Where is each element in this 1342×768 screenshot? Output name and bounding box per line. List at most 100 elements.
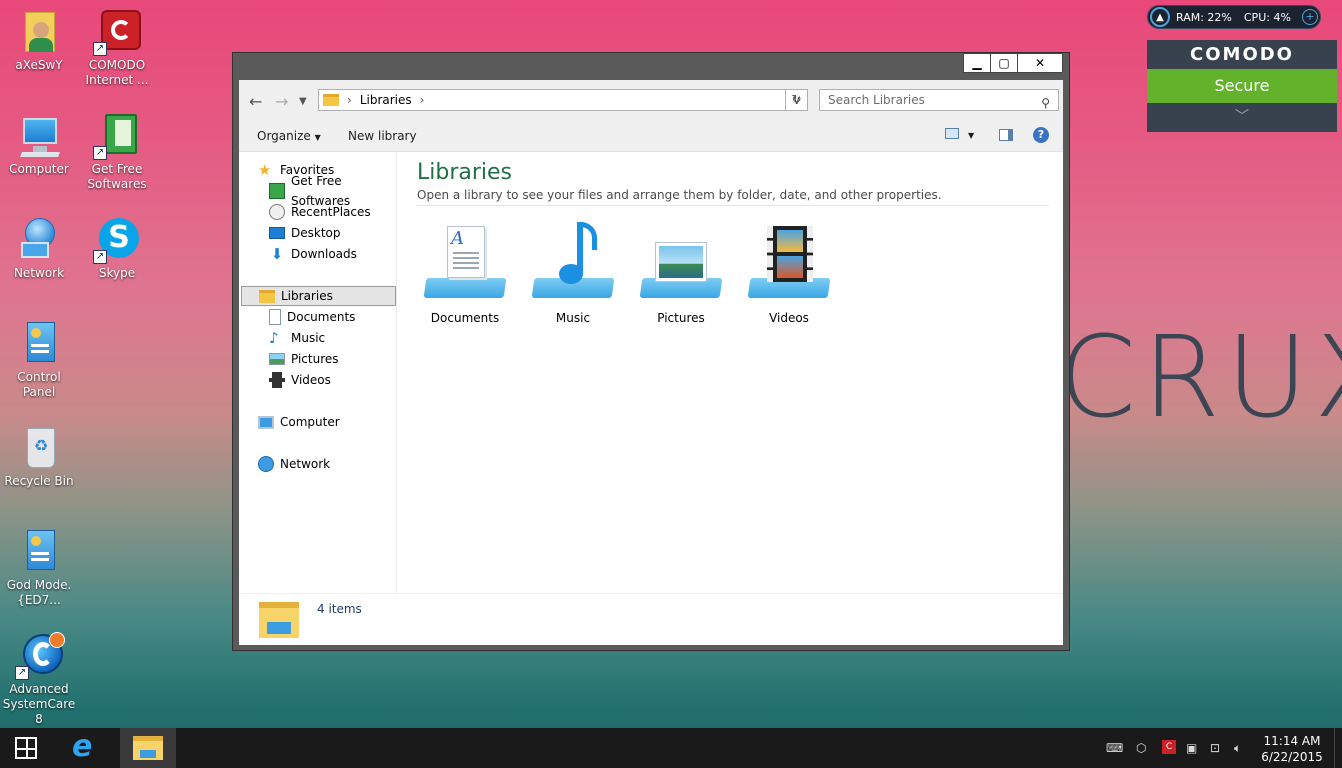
comodo-icon: ↗: [93, 8, 141, 56]
skype-icon: S ↗: [93, 216, 141, 264]
show-desktop-button[interactable]: [1334, 728, 1342, 768]
nav-label: Downloads: [291, 247, 357, 261]
computer-icon: [15, 112, 63, 160]
god-mode-icon: [15, 528, 63, 576]
nav-item-videos[interactable]: Videos: [269, 370, 331, 390]
navigation-pane: ★ Favorites Get Free Softwares RecentPla…: [239, 152, 397, 593]
desktop-icon-network[interactable]: Network: [0, 216, 78, 281]
nav-label: Music: [291, 331, 326, 345]
maximize-button[interactable]: ▢: [990, 53, 1018, 73]
wallpaper-text: CRUX: [1058, 322, 1342, 434]
start-button[interactable]: [0, 728, 54, 768]
desktop-icon-label: COMODO Internet ...: [85, 58, 149, 87]
change-view-icon[interactable]: [945, 128, 959, 139]
new-library-button[interactable]: New library: [348, 129, 417, 143]
desktop-icon-user[interactable]: aXeSwY: [0, 8, 78, 73]
internet-explorer-icon: e: [72, 729, 93, 764]
get-free-softwares-icon: [269, 183, 285, 199]
command-bar: Organize ▼ New library ▼ ?: [239, 120, 1063, 152]
volume-icon[interactable]: 🔈︎: [1234, 741, 1241, 756]
shortcut-arrow-icon: ↗: [93, 42, 107, 56]
rocket-icon: ▲: [1150, 7, 1170, 27]
nav-item-music[interactable]: ♪ Music: [269, 328, 325, 348]
library-item-documents[interactable]: A Documents: [417, 218, 513, 325]
clipboard-icon[interactable]: ▣: [1186, 741, 1197, 755]
library-item-pictures[interactable]: Pictures: [633, 218, 729, 325]
desktop-icon-get-free-softwares[interactable]: ↗ Get Free Softwares: [78, 112, 156, 192]
comodo-widget: COMODO Secure ﹀: [1147, 40, 1337, 132]
clock-date: 6/22/2015: [1261, 750, 1323, 764]
desktop-icon-recycle-bin[interactable]: ♻ Recycle Bin: [0, 424, 78, 489]
breadcrumb-chevron-icon[interactable]: ›: [420, 93, 425, 107]
search-placeholder: Search Libraries: [828, 93, 925, 107]
chevron-down-icon[interactable]: ﹀: [1147, 103, 1337, 132]
clock-time: 11:14 AM: [1263, 734, 1321, 748]
search-icon[interactable]: ⚲: [1041, 93, 1050, 113]
internet-explorer-button[interactable]: e: [58, 728, 116, 768]
libraries-folder-icon: [323, 94, 339, 106]
search-input[interactable]: Search Libraries ⚲: [819, 89, 1059, 111]
nav-item-get-free-softwares[interactable]: Get Free Softwares: [269, 174, 396, 208]
ram-usage: RAM: 22%: [1176, 10, 1232, 24]
nav-item-documents[interactable]: Documents: [269, 307, 355, 327]
shortcut-arrow-icon: ↗: [93, 250, 107, 264]
window-body: ← → ▼ › Libraries › ∨ ↻ Search Libraries…: [239, 80, 1063, 645]
performance-bar[interactable]: ▲ RAM: 22% CPU: 4% +: [1147, 5, 1321, 29]
network-icon: [258, 456, 274, 472]
security-status[interactable]: Secure: [1147, 69, 1337, 103]
nav-label: Computer: [280, 415, 340, 429]
desktop-icon-control-panel[interactable]: Control Panel: [0, 320, 78, 400]
desktop-icon-comodo[interactable]: ↗ COMODO Internet ...: [78, 8, 156, 88]
desktop-icon-god-mode[interactable]: God Mode.{ED7...: [0, 528, 78, 608]
organize-button[interactable]: Organize ▼: [257, 129, 321, 143]
documents-icon: [269, 309, 281, 325]
desktop-icon-label: Get Free Softwares: [87, 162, 147, 191]
desktop-icon-skype[interactable]: S ↗ Skype: [78, 216, 156, 281]
back-arrow-icon[interactable]: ←: [249, 92, 262, 111]
refresh-icon[interactable]: ↻: [785, 89, 807, 111]
breadcrumb-chevron-icon[interactable]: ›: [347, 93, 352, 107]
taskbar: e ⌨ ⬡ C ▣ ⊡ 🔈︎ 11:14 AM 6/22/2015: [0, 728, 1342, 768]
shortcut-arrow-icon: ↗: [15, 666, 29, 680]
nav-item-recentplaces[interactable]: RecentPlaces: [269, 202, 371, 222]
desktop-icon-advanced-systemcare[interactable]: ↗ Advanced SystemCare 8: [0, 632, 78, 727]
expand-plus-icon[interactable]: +: [1302, 9, 1318, 25]
title-bar[interactable]: ▁ ▢ ✕: [233, 53, 1069, 80]
network-status-icon[interactable]: ⊡: [1210, 741, 1220, 755]
preview-pane-icon[interactable]: [999, 129, 1013, 141]
breadcrumb-libraries[interactable]: Libraries: [360, 93, 412, 107]
help-icon[interactable]: ?: [1033, 127, 1049, 143]
nav-item-desktop[interactable]: Desktop: [269, 223, 341, 243]
address-bar[interactable]: › Libraries › ∨: [318, 89, 808, 111]
desktop-icon-label: Advanced SystemCare 8: [2, 682, 76, 726]
pictures-library-icon: [637, 218, 725, 300]
desktop-icon: [269, 227, 285, 239]
close-button[interactable]: ✕: [1017, 53, 1063, 73]
desktop-icon-label: Network: [13, 266, 65, 280]
library-item-videos[interactable]: Videos: [741, 218, 837, 325]
nav-item-downloads[interactable]: ⬇ Downloads: [269, 244, 357, 264]
nav-network[interactable]: Network: [258, 454, 330, 474]
nav-item-pictures[interactable]: Pictures: [269, 349, 339, 369]
desktop-icon-computer[interactable]: Computer: [0, 112, 78, 177]
file-explorer-button[interactable]: [120, 728, 176, 768]
comodo-tray-icon[interactable]: C: [1162, 740, 1176, 754]
update-cube-icon[interactable]: ⬡: [1136, 741, 1146, 755]
library-item-music[interactable]: Music: [525, 218, 621, 325]
chevron-down-icon: ▼: [314, 133, 321, 142]
status-bar: 4 items: [239, 593, 1063, 645]
nav-label: Videos: [291, 373, 331, 387]
page-subtitle: Open a library to see your files and arr…: [417, 188, 942, 202]
videos-icon: [269, 372, 285, 388]
nav-label: Network: [280, 457, 331, 471]
system-clock[interactable]: 11:14 AM 6/22/2015: [1260, 733, 1324, 765]
nav-label: Documents: [287, 310, 356, 324]
minimize-button[interactable]: ▁: [963, 53, 991, 73]
organize-label: Organize: [257, 129, 311, 143]
nav-libraries[interactable]: Libraries: [241, 286, 396, 306]
forward-arrow-icon[interactable]: →: [275, 92, 288, 111]
recent-locations-chevron-icon[interactable]: ▼: [299, 96, 307, 107]
nav-computer[interactable]: Computer: [258, 412, 340, 432]
keyboard-icon[interactable]: ⌨: [1106, 741, 1123, 755]
view-options-chevron-icon[interactable]: ▼: [968, 131, 974, 140]
